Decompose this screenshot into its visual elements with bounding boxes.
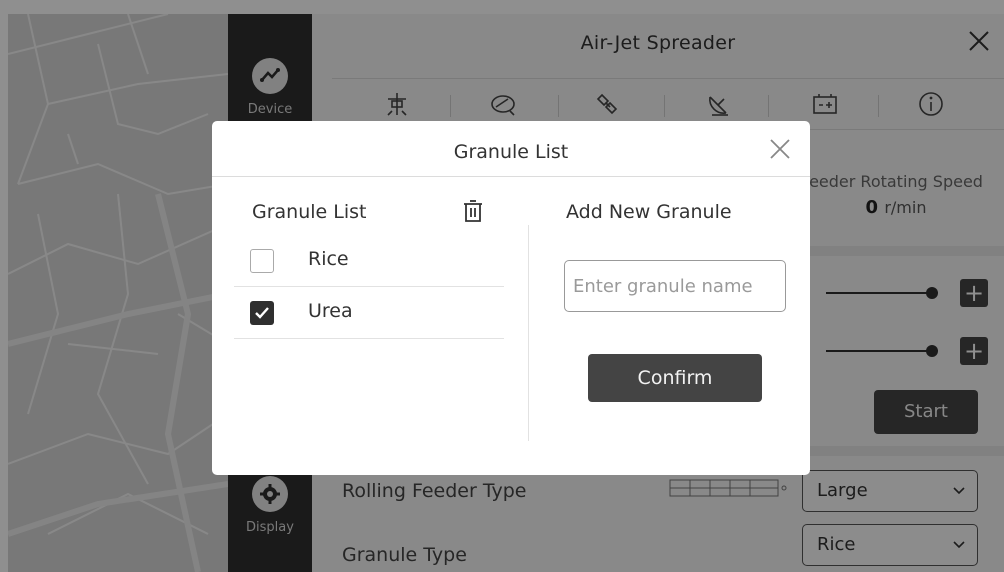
- granule-list-dialog: Granule List Granule List Rice Urea Add …: [212, 121, 810, 475]
- dialog-divider: [212, 176, 810, 177]
- checkbox-unchecked[interactable]: [250, 249, 274, 273]
- add-new-granule-heading: Add New Granule: [566, 201, 732, 223]
- granule-name-input[interactable]: [564, 260, 786, 312]
- confirm-button[interactable]: Confirm: [588, 354, 762, 402]
- granule-list-item-rice[interactable]: Rice: [234, 235, 504, 287]
- granule-list-heading: Granule List: [252, 201, 367, 223]
- dialog-title: Granule List: [453, 141, 569, 163]
- granule-name: Urea: [308, 300, 353, 322]
- granule-name: Rice: [308, 248, 349, 270]
- column-divider: [528, 225, 529, 441]
- close-icon[interactable]: [766, 135, 794, 163]
- granule-list-item-urea[interactable]: Urea: [234, 287, 504, 339]
- trash-icon[interactable]: [462, 199, 484, 223]
- checkmark-icon: [255, 307, 269, 319]
- checkbox-checked[interactable]: [250, 301, 274, 325]
